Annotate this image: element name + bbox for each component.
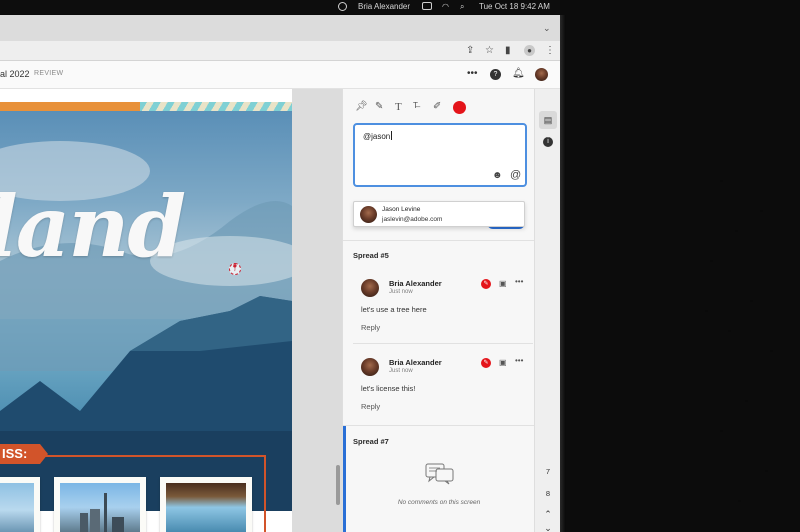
- artwork-photo-1: [0, 477, 40, 532]
- highlight-tool-icon[interactable]: ✎: [375, 101, 383, 112]
- mention-email: jaslevin@adobe.com: [382, 216, 443, 223]
- empty-comments-icon: [425, 463, 454, 485]
- chevron-down-icon[interactable]: ⌄: [543, 23, 551, 34]
- current-page-number[interactable]: 7: [535, 467, 560, 476]
- mention-icon[interactable]: @: [510, 169, 521, 181]
- comment-text: let's use a tree here: [361, 305, 427, 314]
- comment-input-text[interactable]: @jason: [363, 131, 393, 141]
- comment-more-icon[interactable]: •••: [515, 356, 523, 365]
- mention-suggestion[interactable]: Jason Levine jaslevin@adobe.com: [353, 201, 525, 227]
- creative-cloud-icon[interactable]: [338, 2, 347, 11]
- comment-text: let's license this!: [361, 384, 416, 393]
- canvas-scrollbar[interactable]: [336, 465, 340, 505]
- reply-bubble-icon[interactable]: ▣: [499, 358, 507, 367]
- text-tool-icon[interactable]: T: [395, 101, 402, 113]
- background-wall: [560, 0, 800, 532]
- menubar-clock[interactable]: Tue Oct 18 9:42 AM: [479, 2, 550, 11]
- artwork-stripe-band: [140, 102, 292, 111]
- spread-artwork: land 📍︎ ISS:: [0, 89, 292, 532]
- spread-label: Spread #7: [353, 437, 389, 446]
- reply-link[interactable]: Reply: [361, 323, 380, 332]
- menubar-user[interactable]: Bria Alexander: [358, 2, 410, 11]
- sidebar-icon[interactable]: ▮: [505, 45, 511, 56]
- comment-avatar: [361, 279, 379, 297]
- right-rail: ▤ i 7 8 ⌃ ⌄: [534, 89, 560, 532]
- reply-link[interactable]: Reply: [361, 402, 380, 411]
- app-header: al 2022 REVIEW ••• ? 🔔︎: [0, 61, 560, 89]
- info-tab-icon[interactable]: i: [543, 137, 553, 147]
- pin-tool-icon[interactable]: 📌︎: [355, 101, 368, 112]
- comment-time: Just now: [389, 368, 413, 374]
- more-options-icon[interactable]: •••: [467, 68, 478, 79]
- artwork-photo-coast: [160, 477, 252, 532]
- reply-bubble-icon[interactable]: ▣: [499, 279, 507, 288]
- chevron-down-icon[interactable]: ⌄: [535, 523, 560, 532]
- annotation-color-swatch[interactable]: [453, 101, 466, 114]
- comment-author: Bria Alexander: [389, 279, 442, 288]
- comment-input[interactable]: @jason ☻ @: [353, 123, 527, 187]
- artwork-frame-right: [264, 455, 266, 532]
- spread-label: Spread #5: [353, 251, 389, 260]
- user-avatar[interactable]: [535, 68, 548, 81]
- document-title: al 2022: [0, 69, 30, 79]
- artwork-banner: ISS:: [0, 444, 48, 464]
- browser-window: ⌄ ⇪ ☆ ▮ ● ⋮ al 2022 REVIEW ••• ? 🔔︎ land…: [0, 15, 560, 532]
- comment-divider: [353, 343, 533, 344]
- chevron-up-icon[interactable]: ⌃: [535, 509, 560, 520]
- mention-name: Jason Levine: [382, 206, 421, 213]
- wifi-icon[interactable]: ◠: [442, 2, 449, 11]
- profile-icon[interactable]: ●: [524, 45, 535, 56]
- empty-comments-text: No comments on this screen: [397, 499, 481, 506]
- browser-tab-strip: ⌄: [0, 15, 560, 41]
- comment-more-icon[interactable]: •••: [515, 277, 523, 286]
- monitor-bezel: [560, 15, 566, 532]
- document-canvas[interactable]: land 📍︎ ISS:: [0, 89, 342, 532]
- comment-pin-marker[interactable]: 📍︎: [229, 263, 241, 275]
- system-menubar: Bria Alexander ◠ ⌕ Tue Oct 18 9:42 AM: [0, 0, 560, 14]
- draw-tool-icon[interactable]: ✐: [433, 101, 441, 112]
- mention-avatar: [360, 206, 377, 223]
- battery-icon[interactable]: [422, 2, 432, 10]
- comments-tab-icon[interactable]: ▤: [535, 115, 560, 126]
- comments-panel: 📌︎ ✎ T T̶ ✐ @jason ☻ @ Jason Levine jasl…: [342, 89, 535, 532]
- comment-avatar: [361, 358, 379, 376]
- share-icon[interactable]: ⇪: [466, 45, 474, 56]
- more-menu-icon[interactable]: ⋮: [545, 45, 555, 56]
- comment-author: Bria Alexander: [389, 358, 442, 367]
- browser-toolbar: ⇪ ☆ ▮ ● ⋮: [0, 41, 560, 61]
- comment-pin-icon[interactable]: ✎: [481, 279, 491, 289]
- comment-time: Just now: [389, 289, 413, 295]
- artwork-frame-top: [44, 455, 266, 457]
- emoji-icon[interactable]: ☻: [492, 170, 503, 181]
- control-center-icon[interactable]: ⌕: [460, 2, 464, 12]
- bookmark-star-icon[interactable]: ☆: [485, 45, 494, 56]
- artwork-headline: land: [0, 177, 186, 276]
- section-divider: [343, 425, 535, 426]
- notifications-bell-icon[interactable]: 🔔︎: [512, 68, 525, 79]
- active-spread-indicator: [343, 426, 346, 532]
- total-page-number[interactable]: 8: [535, 489, 560, 498]
- replace-text-tool-icon[interactable]: T̶: [413, 101, 418, 110]
- help-icon[interactable]: ?: [490, 69, 501, 80]
- comment-pin-icon[interactable]: ✎: [481, 358, 491, 368]
- review-status-label: REVIEW: [34, 70, 64, 77]
- section-divider: [343, 240, 535, 241]
- artwork-photo-city: [54, 477, 146, 532]
